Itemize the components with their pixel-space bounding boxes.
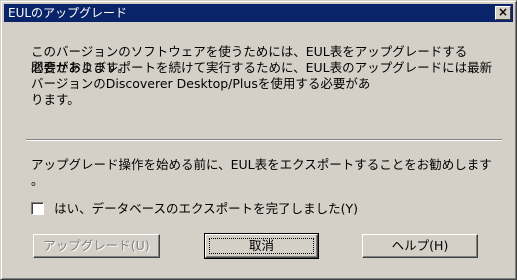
divider <box>26 139 502 141</box>
close-icon: × <box>497 5 509 19</box>
export-confirm-checkbox[interactable] <box>31 202 44 215</box>
cancel-button-label: 取消 <box>248 238 274 253</box>
message-line-2: 問合せおよびレポートを続けて実行するために、EUL表のアップグレードには最新 バー… <box>31 60 493 107</box>
help-button[interactable]: ヘルプ(H) <box>362 234 478 258</box>
close-button[interactable]: × <box>495 6 511 20</box>
upgrade-eul-dialog: EULのアップグレード × このバージョンのソフトウェアを使うためには、EUL表… <box>0 0 517 280</box>
upgrade-button-label: アップグレード(U) <box>43 238 150 253</box>
export-confirm-label[interactable]: はい、データベースのエクスポートを完了しました(Y) <box>54 201 358 217</box>
dialog-title: EULのアップグレード <box>8 6 128 20</box>
export-confirm-checkbox-row[interactable]: はい、データベースのエクスポートを完了しました(Y) <box>31 201 358 217</box>
upgrade-button[interactable]: アップグレード(U) <box>33 234 160 258</box>
help-button-label: ヘルプ(H) <box>391 238 449 253</box>
cancel-button[interactable]: 取消 <box>204 233 319 259</box>
message-line-3: アップグレード操作を始める前に、EUL表をエクスポートすることをお勧めします。 <box>31 157 492 188</box>
title-bar[interactable]: EULのアップグレード × <box>4 4 513 22</box>
